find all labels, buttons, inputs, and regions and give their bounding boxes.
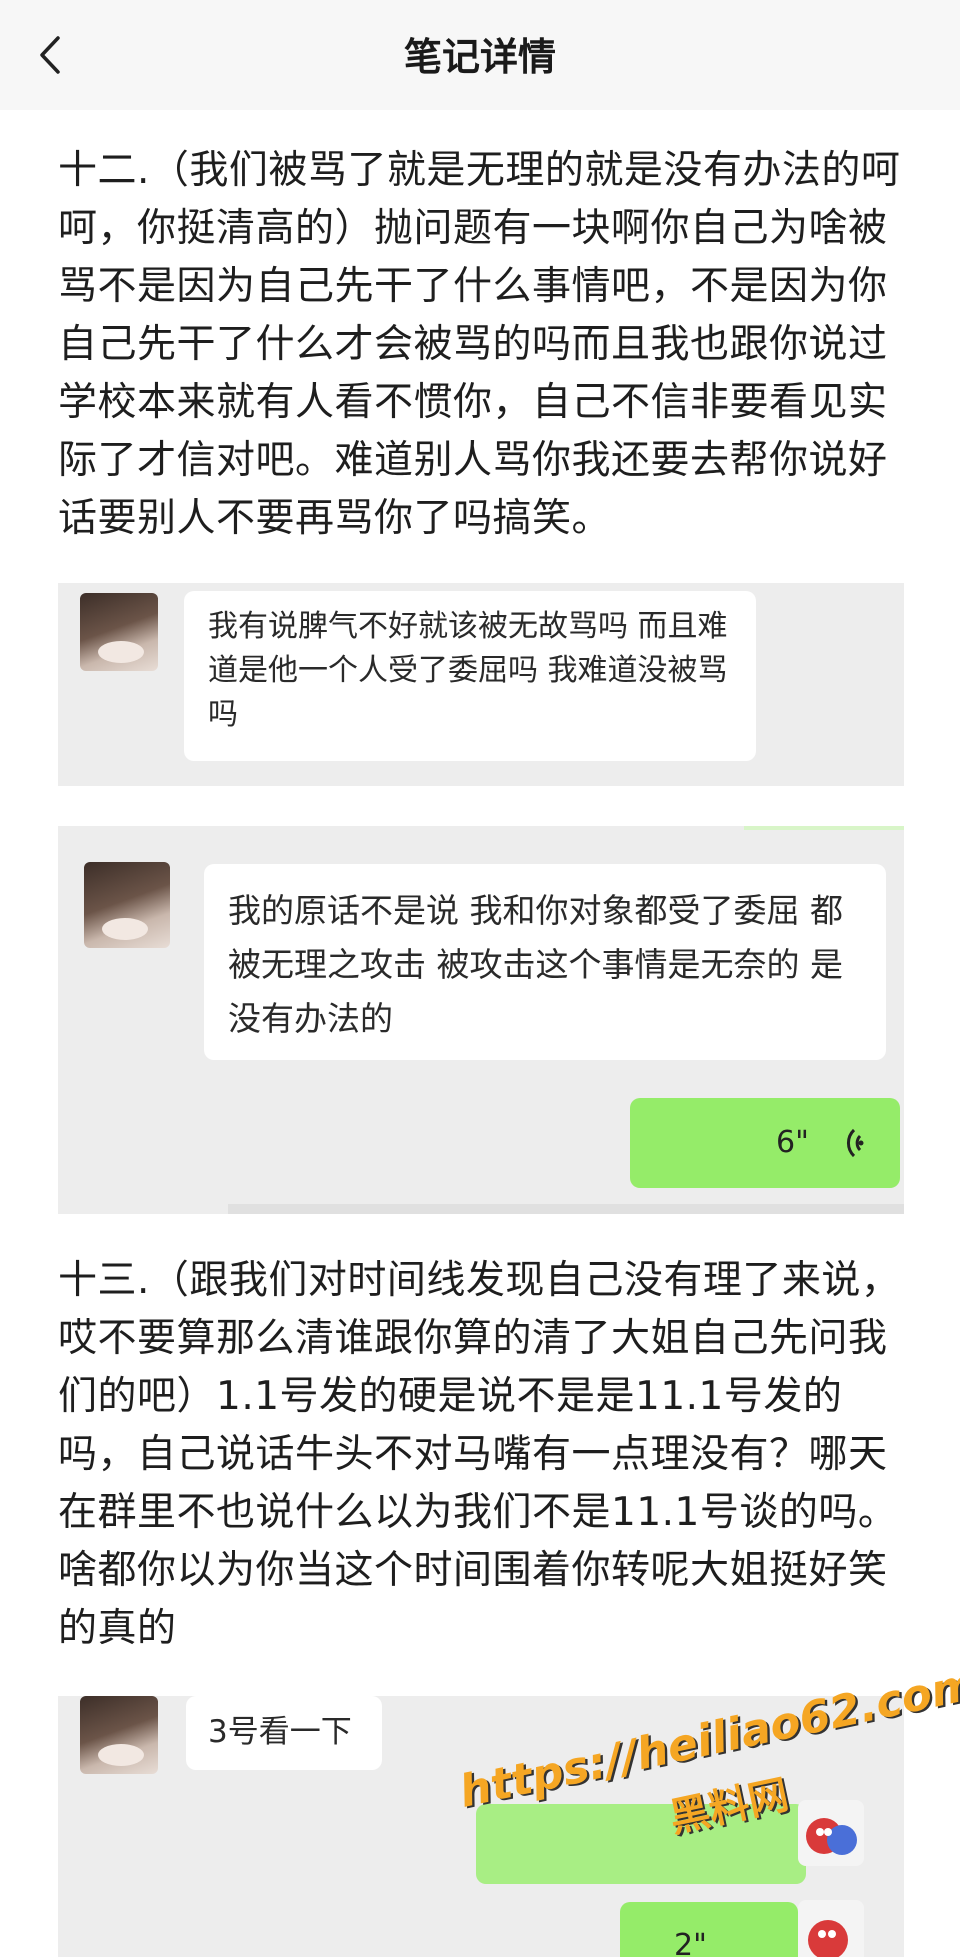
chat-message: 我的原话不是说 我和你对象都受了委屈 都被无理之攻击 被攻击这个事情是无奈的 是… <box>228 891 843 1038</box>
note-paragraph-13: 十三.（跟我们对时间线发现自己没有理了来说，哎不要算那么清谁跟你算的清了大姐自己… <box>58 1258 901 1651</box>
fruit-avatar-icon <box>808 1920 848 1957</box>
avatar <box>80 1696 158 1774</box>
chat-message: 3号看一下 <box>208 1714 352 1750</box>
chat-screenshot-2: 我的原话不是说 我和你对象都受了委屈 都被无理之攻击 被攻击这个事情是无奈的 是… <box>58 826 904 1214</box>
avatar <box>798 1800 864 1866</box>
chat-screenshot-1: 我有说脾气不好就该被无故骂吗 而且难道是他一个人受了委屈吗 我难道没被骂吗 <box>58 583 904 786</box>
voice-duration: 2" <box>674 1928 707 1957</box>
input-bar-edge <box>228 1204 904 1214</box>
voice-message[interactable]: 2" <box>620 1902 798 1957</box>
avatar <box>84 862 170 948</box>
avatar <box>80 593 158 671</box>
chat-message: 我有说脾气不好就该被无故骂吗 而且难道是他一个人受了委屈吗 我难道没被骂吗 <box>208 609 728 732</box>
voice-message[interactable]: 6" <box>630 1098 900 1188</box>
voice-wave-icon <box>847 1128 864 1158</box>
note-paragraph-12: 十二.（我们被骂了就是无理的就是没有办法的呵呵，你挺清高的）抛问题有一块啊你自己… <box>58 148 901 541</box>
voice-duration: 6" <box>776 1125 809 1160</box>
page-title: 笔记详情 <box>403 35 556 79</box>
avatar <box>798 1900 864 1957</box>
chat-bubble: 3号看一下 <box>186 1696 382 1770</box>
fruit-avatar-icon <box>806 1818 857 1855</box>
chat-bubble: 我的原话不是说 我和你对象都受了委屈 都被无理之攻击 被攻击这个事情是无奈的 是… <box>204 864 886 1060</box>
chat-bubble: 我有说脾气不好就该被无故骂吗 而且难道是他一个人受了委屈吗 我难道没被骂吗 <box>184 591 756 761</box>
voice-bubble-edge <box>744 826 904 830</box>
top-bar: 笔记详情 <box>0 0 960 110</box>
